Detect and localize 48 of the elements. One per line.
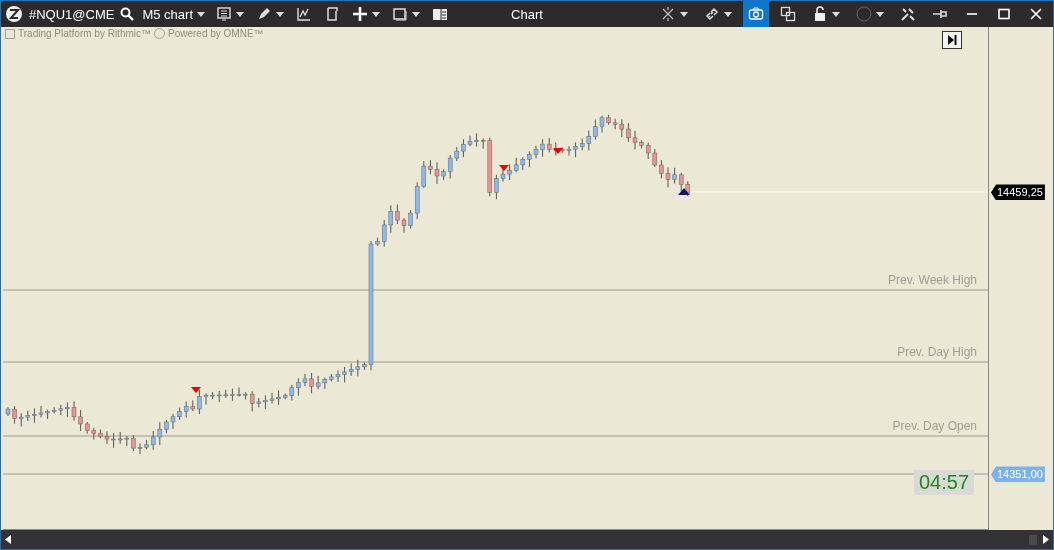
caret-icon (876, 11, 884, 17)
indicator-icon (296, 6, 312, 23)
scrollbar-thumb[interactable] (1029, 534, 1037, 545)
window-title: Chart (511, 6, 543, 22)
caret-icon (372, 11, 380, 17)
symbol-label[interactable]: #NQU1@CME (29, 6, 115, 22)
template-icon (216, 6, 232, 23)
close-icon[interactable] (1029, 7, 1043, 22)
plus-icon (352, 6, 368, 23)
caret-icon (724, 11, 732, 17)
scroll-to-end-button[interactable] (942, 31, 962, 50)
caret-icon (236, 11, 244, 17)
camera-icon (748, 6, 764, 23)
bar-timer: 04:57 (914, 470, 975, 496)
timeframe-dropdown[interactable]: M5 chart (140, 6, 207, 22)
panel-icon (432, 6, 448, 23)
level-label: Prev. Day Open (892, 419, 977, 434)
buy-marker-icon (678, 188, 690, 196)
search-icon[interactable] (120, 7, 135, 22)
caret-icon (680, 11, 688, 17)
logo-icon (5, 28, 15, 39)
price-tag: 14459,25 (991, 184, 1045, 201)
level-label: Prev. Week High (888, 273, 977, 288)
circle-icon (856, 6, 872, 23)
scroll-left-icon[interactable] (5, 535, 11, 545)
caret-icon (412, 11, 420, 17)
camera-tool[interactable] (743, 1, 769, 28)
copy-icon (780, 6, 796, 23)
sell-marker-icon (499, 165, 509, 172)
logo-icon (5, 5, 23, 24)
horizontal-scrollbar[interactable] (1, 530, 1053, 549)
link-icon (704, 6, 720, 23)
crosshair-icon (660, 6, 676, 23)
sell-marker-icon (553, 148, 563, 155)
window-icon (392, 6, 408, 23)
lock-icon (812, 6, 828, 23)
page-icon (324, 6, 340, 23)
caret-icon (832, 11, 840, 17)
level-label: Prev. Day High (897, 345, 977, 360)
tools-icon (900, 6, 916, 23)
price-tag: 14351,00 (991, 466, 1045, 483)
caret-icon (276, 11, 284, 17)
branding-text: Trading Platform by Rithmic™ (18, 28, 151, 40)
sell-marker-icon (191, 387, 201, 394)
maximize-icon[interactable] (997, 7, 1011, 22)
scroll-right-icon[interactable] (1043, 535, 1049, 545)
caret-icon (197, 11, 205, 17)
branding-text: Powered by OMNE™ (168, 28, 264, 40)
